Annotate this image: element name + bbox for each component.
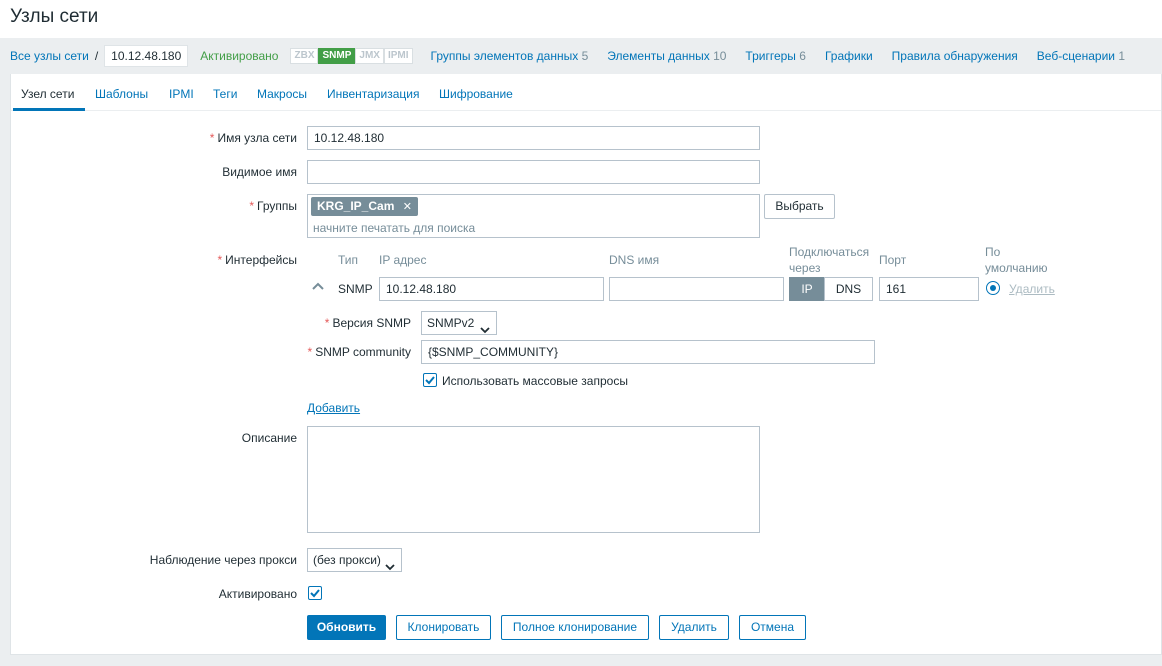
iface-header-connect-1: Подключаться (789, 245, 870, 259)
radio-dot (990, 285, 996, 291)
collapse-chevron-icon[interactable] (311, 280, 325, 294)
enabled-checkbox[interactable] (308, 586, 322, 600)
iface-header-type: Тип (338, 253, 359, 267)
default-interface-radio[interactable] (986, 281, 1000, 295)
remove-tag-icon[interactable]: ✕ (403, 201, 412, 213)
group-tag: KRG_IP_Cam ✕ (311, 197, 418, 216)
iface-header-connect-2: через (789, 261, 821, 275)
active-tab-indicator (13, 108, 85, 111)
visible-name-input[interactable] (307, 160, 760, 184)
chevron-down-icon (385, 556, 395, 578)
page-header: Узлы сети (0, 0, 1162, 38)
tab-encryption[interactable]: Шифрование (439, 87, 513, 101)
connect-ip-toggle[interactable]: IP (789, 277, 825, 301)
iface-ip-input[interactable]: 10.12.48.180 (379, 277, 604, 301)
iface-header-default-1: По (985, 245, 1001, 259)
iface-port-input[interactable]: 161 (879, 277, 979, 301)
breadcrumb-current-host[interactable]: 10.12.48.180 (104, 45, 189, 67)
bulk-requests-checkbox[interactable] (423, 373, 437, 387)
tab-templates[interactable]: Шаблоны (95, 87, 148, 101)
host-name-label: * Имя узла сети (209, 131, 297, 145)
iface-header-port: Порт (879, 253, 907, 267)
tab-inventory[interactable]: Инвентаризация (327, 87, 419, 101)
tab-bar: Узел сети Шаблоны IPMI Теги Макросы Инве… (11, 74, 1161, 111)
description-label: Описание (241, 431, 297, 445)
add-interface-link[interactable]: Добавить (307, 401, 360, 415)
breadcrumb-all-hosts[interactable]: Все узлы сети (10, 49, 89, 63)
proxy-label: Наблюдение через прокси (149, 553, 297, 567)
snmp-version-label: * Версия SNMP (324, 316, 411, 330)
description-textarea[interactable] (307, 426, 760, 533)
cancel-button[interactable]: Отмена (739, 615, 806, 640)
nav-item-discovery[interactable]: Правила обнаружения (892, 49, 1018, 63)
tab-tags[interactable]: Теги (213, 87, 237, 101)
groups-multiselect[interactable]: KRG_IP_Cam ✕ начните печатать для поиска (307, 194, 760, 238)
snmp-version-select[interactable]: SNMPv2 (421, 311, 497, 335)
update-button[interactable]: Обновить (307, 615, 386, 640)
host-name-input[interactable]: 10.12.48.180 (307, 126, 760, 150)
iface-type-value: SNMP (338, 282, 373, 296)
select-groups-button[interactable]: Выбрать (764, 194, 835, 219)
nav-item-triggers[interactable]: Триггеры 6 (745, 49, 806, 63)
bulk-requests-label: Использовать массовые запросы (442, 374, 628, 388)
host-status[interactable]: Активировано (200, 49, 278, 63)
full-clone-button[interactable]: Полное клонирование (501, 615, 649, 640)
clone-button[interactable]: Клонировать (396, 615, 491, 640)
snmp-community-label: * SNMP community (307, 345, 411, 359)
nav-item-web[interactable]: Веб-сценарии 1 (1037, 49, 1125, 63)
iface-header-ip: IP адрес (379, 253, 427, 267)
groups-placeholder: начните печатать для поиска (313, 221, 476, 235)
nav-item-groups[interactable]: Группы элементов данных 5 (431, 49, 589, 63)
page-footer-strip (0, 655, 1162, 666)
badge-ipmi: IPMI (383, 48, 413, 64)
proxy-select[interactable]: (без прокси) (307, 548, 402, 572)
host-form-panel: Узел сети Шаблоны IPMI Теги Макросы Инве… (10, 74, 1162, 655)
enabled-label: Активировано (218, 587, 297, 601)
chevron-down-icon (480, 319, 490, 341)
iface-header-default-2: умолчанию (985, 261, 1048, 275)
nav-item-graphs[interactable]: Графики (825, 49, 873, 63)
page-title: Узлы сети (10, 6, 99, 27)
breadcrumb-separator: / (94, 49, 99, 63)
iface-dns-input[interactable] (609, 277, 784, 301)
host-navigation: Все узлы сети / 10.12.48.180 Активирован… (10, 38, 1162, 74)
badge-snmp: SNMP (318, 48, 356, 64)
visible-name-label: Видимое имя (222, 165, 297, 179)
snmp-community-input[interactable]: {$SNMP_COMMUNITY} (421, 340, 875, 364)
tab-host[interactable]: Узел сети (21, 87, 74, 101)
tab-macros[interactable]: Макросы (257, 87, 307, 101)
groups-label: * Группы (249, 199, 297, 213)
delete-button[interactable]: Удалить (659, 615, 729, 640)
remove-interface-link[interactable]: Удалить (1009, 282, 1055, 296)
iface-header-dns: DNS имя (609, 253, 660, 267)
badge-zbx: ZBX (290, 48, 319, 64)
tab-ipmi[interactable]: IPMI (169, 87, 194, 101)
badge-jmx: JMX (355, 48, 384, 64)
availability-badges: ZBX SNMP JMX IPMI (290, 48, 413, 64)
connect-dns-toggle[interactable]: DNS (824, 277, 873, 301)
nav-item-items[interactable]: Элементы данных 10 (607, 49, 726, 63)
interfaces-label: * Интерфейсы (217, 253, 297, 267)
